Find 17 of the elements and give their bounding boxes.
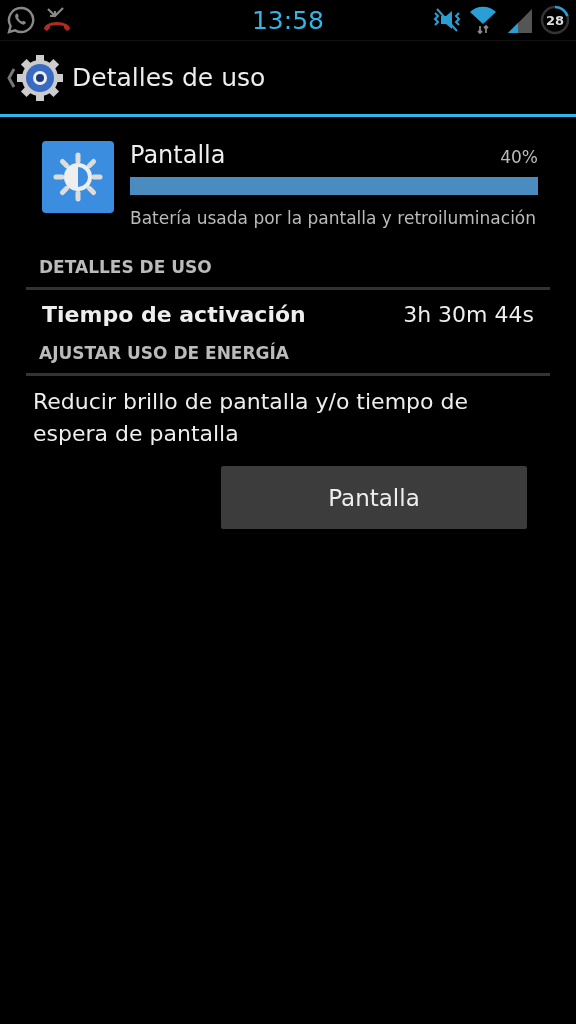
advice-text: Reducir brillo de pantalla y/o tiempo de espera de pantalla (33, 388, 469, 448)
screen-title: Detalles de uso (72, 63, 266, 92)
usage-percent: 40% (500, 147, 538, 167)
wifi-icon (468, 5, 498, 35)
clock-time: 13:58 (251, 5, 324, 35)
section-header: DETALLES DE USO (39, 257, 212, 277)
app-name: Pantalla (130, 141, 226, 169)
usage-description: Batería usada por la pantalla y retroiluminación (130, 207, 538, 230)
detail-value: 3h 30m 44s (403, 302, 534, 327)
screen-settings-button[interactable]: Pantalla (221, 466, 527, 529)
chevron-left-icon (6, 66, 16, 89)
battery-indicator: 28 (540, 5, 570, 35)
section-header: AJUSTAR USO DE ENERGÍA (39, 343, 289, 363)
gear-icon (16, 53, 64, 102)
chat-icon (6, 5, 36, 35)
detail-label: Tiempo de activación (42, 302, 306, 327)
brightness-icon (42, 141, 114, 213)
